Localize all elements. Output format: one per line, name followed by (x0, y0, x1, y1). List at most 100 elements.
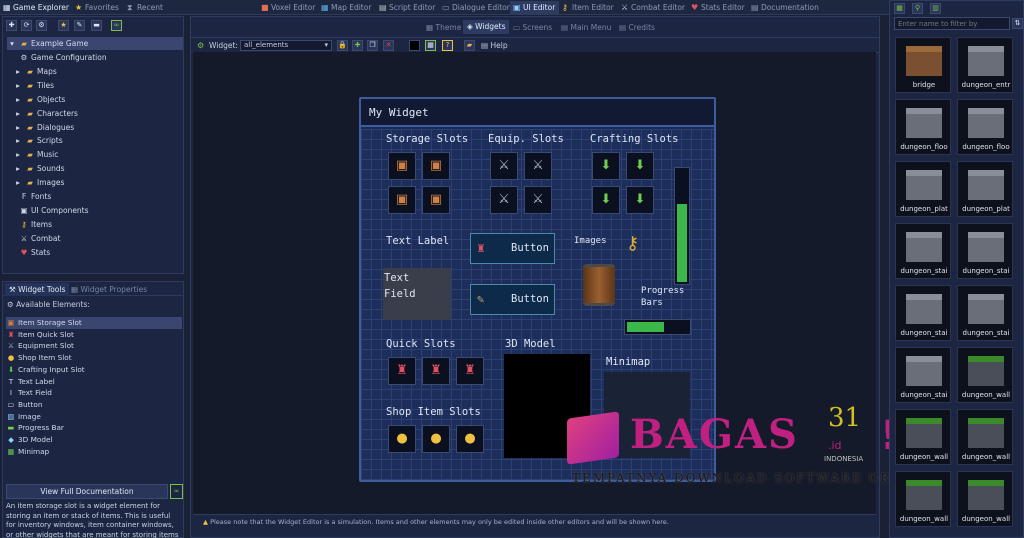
tree-item[interactable]: ⚙ Game Configuration (19, 51, 107, 64)
model-3d-view[interactable] (504, 354, 590, 458)
shop-item-slot[interactable]: ● (388, 425, 416, 453)
widget-element-item[interactable]: ⬇ Crafting Input Slot (6, 364, 182, 376)
sort-icon[interactable]: ⇅ (1012, 18, 1023, 29)
toggle-docs-icon[interactable]: ∞ (170, 484, 183, 499)
subtab-main-menu[interactable]: ▤ Main Menu (561, 21, 611, 34)
tree-item[interactable]: ▸ ▰ Sounds (13, 162, 64, 175)
tab-script-editor[interactable]: ▤ Script Editor (376, 1, 439, 14)
item-storage-slot[interactable]: ▣ (422, 186, 450, 214)
tab-favorites[interactable]: ★ Favorites (72, 1, 123, 14)
add-icon[interactable]: ✚ (352, 40, 363, 51)
equipment-slot[interactable]: ⚔ (490, 186, 518, 214)
shop-item-slot[interactable]: ● (422, 425, 450, 453)
preview-icon[interactable]: ▥ (930, 3, 941, 14)
tab-recent[interactable]: ⧗ Recent (124, 1, 167, 14)
asset-tile[interactable]: dungeon_wall (957, 347, 1013, 403)
crafting-input-slot[interactable]: ⬇ (626, 152, 654, 180)
tree-item[interactable]: ⚔ Combat (19, 232, 61, 245)
edit-icon[interactable]: ✎ (74, 20, 85, 31)
tree-item[interactable]: ▸ ▰ Scripts (13, 134, 63, 147)
grid-view-icon[interactable]: ▦ (894, 3, 905, 14)
item-quick-slot[interactable]: ♜ (422, 357, 450, 385)
subtab-credits[interactable]: ▤ Credits (619, 21, 655, 34)
settings-icon[interactable]: ⚙ (36, 20, 47, 31)
tree-item[interactable]: ▸ ▰ Tiles (13, 79, 54, 92)
widget-element-item[interactable]: ▦ Minimap (6, 446, 182, 458)
tree-item[interactable]: ▸ ▰ Objects (13, 93, 65, 106)
asset-tile[interactable]: dungeon_stai (895, 285, 951, 341)
asset-tile[interactable]: dungeon_stai (957, 223, 1013, 279)
tree-item[interactable]: ♥ Stats (19, 246, 51, 259)
crafting-input-slot[interactable]: ⬇ (592, 186, 620, 214)
equipment-slot[interactable]: ⚔ (490, 152, 518, 180)
help-button[interactable]: ▤ Help (481, 40, 508, 51)
widget-element-item[interactable]: ▬ Progress Bar (6, 422, 182, 434)
tab-widget-properties[interactable]: ▦ Widget Properties (71, 283, 147, 296)
folder-icon[interactable]: ▰ (464, 40, 475, 51)
crafting-input-slot[interactable]: ⬇ (626, 186, 654, 214)
item-storage-slot[interactable]: ▣ (422, 152, 450, 180)
color-swatch-icon[interactable] (409, 40, 420, 51)
widget-element-item[interactable]: T Text Label (6, 376, 182, 388)
asset-tile[interactable]: bridge (895, 37, 951, 93)
asset-filter-input[interactable] (894, 17, 1010, 30)
widget-element-item[interactable]: ♜ Item Quick Slot (6, 329, 182, 341)
asset-tile[interactable]: dungeon_stai (895, 223, 951, 279)
widget-button-2[interactable]: ✎ Button (470, 284, 555, 315)
widget-element-item[interactable]: ▨ Image (6, 411, 182, 423)
new-icon[interactable]: ✚ (6, 20, 17, 31)
equipment-slot[interactable]: ⚔ (524, 152, 552, 180)
tab-combat-editor[interactable]: ⚔ Combat Editor (618, 1, 689, 14)
equipment-slot[interactable]: ⚔ (524, 186, 552, 214)
asset-tile[interactable]: dungeon_wall (895, 471, 951, 527)
widget-element-item[interactable]: ● Shop Item Slot (6, 352, 182, 364)
tab-stats-editor[interactable]: ♥ Stats Editor (688, 1, 749, 14)
widget-element-item[interactable]: ⚔ Equipment Slot (6, 340, 182, 352)
tab-voxel-editor[interactable]: ■ Voxel Editor (258, 1, 319, 14)
tree-item[interactable]: ▸ ▰ Maps (13, 65, 57, 78)
subtab-screens[interactable]: ▭ Screens (513, 21, 552, 34)
widget-element-item[interactable]: I Text Field (6, 387, 182, 399)
shop-item-slot[interactable]: ● (456, 425, 484, 453)
widget-element-item[interactable]: ▭ Button (6, 399, 182, 411)
minimap-view[interactable] (604, 372, 690, 458)
asset-tile[interactable]: dungeon_entr (957, 37, 1013, 93)
tree-item[interactable]: ▸ ▰ Characters (13, 107, 78, 120)
delete-icon[interactable]: ✕ (383, 40, 394, 51)
text-field[interactable]: Text Field (383, 268, 451, 320)
tree-item[interactable]: ▣ UI Components (19, 204, 88, 217)
item-quick-slot[interactable]: ♜ (388, 357, 416, 385)
subtab-theme[interactable]: ▦ Theme (426, 21, 461, 34)
asset-tile[interactable]: dungeon_plat (895, 161, 951, 217)
tab-widget-tools[interactable]: ⚒ Widget Tools (5, 283, 70, 296)
hint-icon[interactable]: ? (442, 40, 453, 51)
widget-button-1[interactable]: ♜ Button (470, 233, 555, 264)
tree-item[interactable]: ▸ ▰ Images (13, 176, 64, 189)
widget-element-item[interactable]: ◆ 3D Model (6, 434, 182, 446)
crafting-input-slot[interactable]: ⬇ (592, 152, 620, 180)
asset-tile[interactable]: dungeon_stai (895, 347, 951, 403)
item-storage-slot[interactable]: ▣ (388, 152, 416, 180)
view-docs-button[interactable]: View Full Documentation (6, 484, 168, 499)
tree-item-example-game[interactable]: ▾ ▰ Example Game (7, 37, 183, 50)
asset-tile[interactable]: dungeon_wall (957, 471, 1013, 527)
link-icon[interactable]: ∞ (111, 20, 122, 31)
asset-tile[interactable]: dungeon_floo (895, 99, 951, 155)
widget-element-item[interactable]: ▣ Item Storage Slot (6, 317, 182, 329)
tab-ui-editor[interactable]: ▣ UI Editor (510, 1, 560, 14)
widget-preview[interactable]: My Widget Storage Slots Equip. Slots Cra… (359, 97, 716, 482)
tab-item-editor[interactable]: ⚷ Item Editor (559, 1, 618, 14)
tree-item[interactable]: ▸ ▰ Dialogues (13, 121, 74, 134)
tree-item[interactable]: ⚷ Items (19, 218, 52, 231)
refresh-icon[interactable]: ⟳ (21, 20, 32, 31)
widget-select[interactable]: all_elements ▾ (240, 40, 332, 51)
subtab-widgets[interactable]: ◈ Widgets (463, 20, 510, 34)
tree-item[interactable]: ▸ ▰ Music (13, 148, 58, 161)
pin-icon[interactable]: ⚲ (912, 3, 923, 14)
collapse-icon[interactable]: ▬ (91, 20, 102, 31)
filter-text[interactable] (895, 18, 1009, 29)
item-quick-slot[interactable]: ♜ (456, 357, 484, 385)
grid-toggle-icon[interactable]: ▦ (425, 40, 436, 51)
favorite-icon[interactable]: ★ (58, 20, 69, 31)
asset-tile[interactable]: dungeon_wall (895, 409, 951, 465)
